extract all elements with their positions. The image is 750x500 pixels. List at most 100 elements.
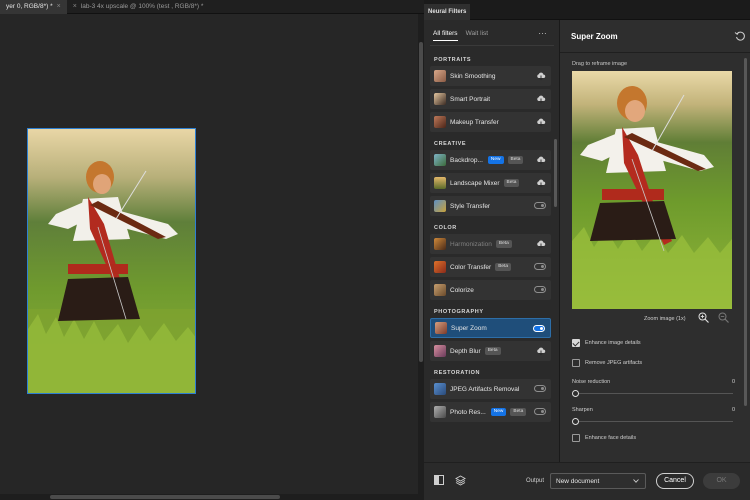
filter-photo-restoration[interactable]: Photo Res... New Beta [430,402,551,422]
filter-backdrop[interactable]: Backdrop... New Beta [430,150,551,170]
makeup-transfer-thumbnail-icon [434,116,446,128]
filter-harmonization[interactable]: Harmonization Beta [430,234,551,254]
zoom-out-icon[interactable] [718,312,729,323]
enhance-face-checkbox[interactable] [572,434,580,442]
toggle-switch-icon[interactable] [534,286,546,293]
zoom-in-icon[interactable] [698,312,709,323]
filter-settings-panel: Super Zoom Drag to reframe image Zoom im… [560,20,750,462]
download-cloud-icon[interactable] [536,71,546,81]
document-tab-active[interactable]: yer 0, RGB/8*) * × [0,0,67,14]
filter-style-transfer[interactable]: Style Transfer [430,196,551,216]
filter-label: JPEG Artifacts Removal [450,385,520,393]
layers-icon[interactable] [455,475,466,486]
more-options-icon[interactable]: … [538,26,548,36]
color-transfer-toggle[interactable] [534,262,546,270]
noise-reduction-slider[interactable] [575,393,733,394]
sharpen-knob[interactable] [572,418,579,425]
beta-badge: Beta [510,408,527,416]
category-photography: PHOTOGRAPHY [434,309,484,315]
landscape-mixer-thumbnail-icon [434,177,446,189]
style-transfer-toggle[interactable] [534,201,546,209]
category-creative: CREATIVE [434,141,467,147]
new-badge: New [490,408,507,416]
harmonization-thumbnail-icon [434,238,446,250]
enhance-details-option[interactable]: Enhance image details [572,339,641,347]
divider [560,52,750,53]
filter-label: Makeup Transfer [450,118,499,126]
settings-scrollbar[interactable] [744,54,748,454]
show-original-icon[interactable] [434,475,444,485]
option-label: Enhance face details [585,435,637,441]
output-label: Output [526,478,545,484]
toggle-switch-icon[interactable] [533,325,545,332]
download-cloud-icon[interactable] [536,178,546,188]
dialog-footer: Output New document Cancel OK [424,462,750,500]
scrollbar-thumb[interactable] [50,495,280,499]
cancel-button[interactable]: Cancel [656,473,694,489]
filter-jpeg-artifacts-removal[interactable]: JPEG Artifacts Removal [430,379,551,399]
filter-colorize[interactable]: Colorize [430,280,551,300]
download-cloud-icon[interactable] [536,346,546,356]
scrollbar-thumb[interactable] [554,139,557,207]
ok-button[interactable]: OK [703,473,740,489]
jpeg-artifacts-toggle[interactable] [534,384,546,392]
toggle-switch-icon[interactable] [534,202,546,209]
document-tab-label: lab-3 4x upscale @ 100% (test , RGB/8*) … [80,3,204,10]
tab-wait-list[interactable]: Wait list [466,30,489,41]
beta-badge: Beta [503,179,520,187]
new-badge: New [487,156,504,164]
sharpen-slider[interactable] [575,421,733,422]
filter-list-scrollbar[interactable] [554,51,558,451]
filter-list: PORTRAITS Skin Smoothing Smart Portrait … [424,51,560,462]
enhance-face-option[interactable]: Enhance face details [572,434,636,442]
toggle-switch-icon[interactable] [534,385,546,392]
enhance-details-checkbox[interactable] [572,339,580,347]
download-cloud-icon[interactable] [536,155,546,165]
reset-icon[interactable] [734,30,746,42]
toggle-switch-icon[interactable] [534,263,546,270]
output-select[interactable]: New document [550,473,646,489]
toggle-switch-icon[interactable] [534,408,546,415]
canvas-photo-violinist[interactable] [27,128,196,394]
filter-depth-blur[interactable]: Depth Blur Beta [430,341,551,361]
scrollbar-thumb[interactable] [419,42,423,362]
filter-super-zoom[interactable]: Super Zoom [430,318,551,338]
close-icon[interactable]: × [73,0,77,14]
download-cloud-icon[interactable] [536,94,546,104]
preview-image[interactable] [572,71,732,309]
download-cloud-icon[interactable] [536,239,546,249]
photo-restoration-toggle[interactable] [534,407,546,415]
colorize-toggle[interactable] [534,285,546,293]
filter-label: Backdrop... [450,156,483,164]
smart-portrait-thumbnail-icon [434,93,446,105]
beta-badge: Beta [484,347,501,355]
tab-all-filters[interactable]: All filters [433,30,458,41]
filter-color-transfer[interactable]: Color Transfer Beta [430,257,551,277]
scrollbar-thumb[interactable] [744,58,747,406]
document-canvas[interactable] [0,14,418,500]
filter-label: Colorize [450,286,474,294]
sharpen-value[interactable]: 0 [732,407,735,413]
output-selected-value: New document [556,477,600,485]
noise-reduction-value[interactable]: 0 [732,379,735,385]
neural-filters-tab[interactable]: Neural Filters [424,4,471,20]
filter-label: Color Transfer [450,263,492,271]
super-zoom-toggle[interactable] [533,324,545,332]
download-cloud-icon[interactable] [536,117,546,127]
noise-reduction-knob[interactable] [572,390,579,397]
noise-reduction-label: Noise reduction [572,379,611,385]
remove-jpeg-checkbox[interactable] [572,359,580,367]
filter-landscape-mixer[interactable]: Landscape Mixer Beta [430,173,551,193]
remove-jpeg-option[interactable]: Remove JPEG artifacts [572,359,642,367]
document-tab-upscale[interactable]: × lab-3 4x upscale @ 100% (test , RGB/8*… [67,0,210,14]
filter-makeup-transfer[interactable]: Makeup Transfer [430,112,551,132]
category-restoration: RESTORATION [434,370,481,376]
photo-restoration-thumbnail-icon [434,406,446,418]
super-zoom-thumbnail-icon [435,322,447,334]
filter-label: Style Transfer [450,202,491,210]
filter-smart-portrait[interactable]: Smart Portrait [430,89,551,109]
canvas-horizontal-scrollbar[interactable] [0,494,418,500]
filter-skin-smoothing[interactable]: Skin Smoothing [430,66,551,86]
jpeg-artifacts-thumbnail-icon [434,383,446,395]
close-icon[interactable]: × [57,0,61,14]
